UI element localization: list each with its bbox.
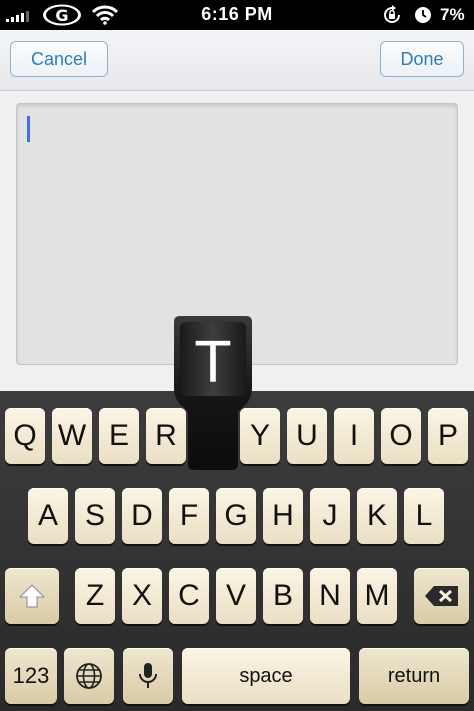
key-x[interactable]: X xyxy=(122,568,162,624)
key-a[interactable]: A xyxy=(28,488,68,544)
navigation-bar: Cancel Done xyxy=(0,30,474,91)
return-key[interactable]: return xyxy=(359,648,469,704)
popup-key-letter: T xyxy=(195,331,231,396)
battery-percent: 7% xyxy=(440,5,465,24)
status-time: 6:16 PM xyxy=(201,4,273,24)
key-h[interactable]: H xyxy=(263,488,303,544)
key-q[interactable]: Q xyxy=(5,408,45,464)
key-c[interactable]: C xyxy=(169,568,209,624)
numbers-key[interactable]: 123 xyxy=(5,648,57,704)
cancel-button[interactable]: Cancel xyxy=(10,41,108,77)
globe-icon xyxy=(76,663,102,689)
backspace-icon xyxy=(424,586,458,606)
key-j[interactable]: J xyxy=(310,488,350,544)
key-u[interactable]: U xyxy=(287,408,327,464)
dictation-key[interactable] xyxy=(123,648,173,704)
shift-key[interactable] xyxy=(5,568,59,624)
done-button[interactable]: Done xyxy=(380,41,464,77)
key-z[interactable]: Z xyxy=(75,568,115,624)
key-v[interactable]: V xyxy=(216,568,256,624)
key-w[interactable]: W xyxy=(52,408,92,464)
alarm-icon xyxy=(415,7,431,23)
key-i[interactable]: I xyxy=(334,408,374,464)
key-o[interactable]: O xyxy=(381,408,421,464)
key-e[interactable]: E xyxy=(99,408,139,464)
shift-arrow-icon xyxy=(18,584,46,608)
microphone-icon xyxy=(139,663,157,688)
status-bar: G 6:16 PM 7% xyxy=(0,0,474,30)
text-cursor xyxy=(27,116,30,142)
key-m[interactable]: M xyxy=(357,568,397,624)
globe-key[interactable] xyxy=(64,648,114,704)
key-k[interactable]: K xyxy=(357,488,397,544)
key-g[interactable]: G xyxy=(216,488,256,544)
key-p[interactable]: P xyxy=(428,408,468,464)
key-s[interactable]: S xyxy=(75,488,115,544)
key-f[interactable]: F xyxy=(169,488,209,544)
space-key[interactable]: space xyxy=(182,648,350,704)
key-n[interactable]: N xyxy=(310,568,350,624)
key-l[interactable]: L xyxy=(404,488,444,544)
delete-key[interactable] xyxy=(414,568,469,624)
key-press-popup: T xyxy=(174,316,252,470)
key-b[interactable]: B xyxy=(263,568,303,624)
rotation-lock-icon xyxy=(384,5,400,23)
key-d[interactable]: D xyxy=(122,488,162,544)
